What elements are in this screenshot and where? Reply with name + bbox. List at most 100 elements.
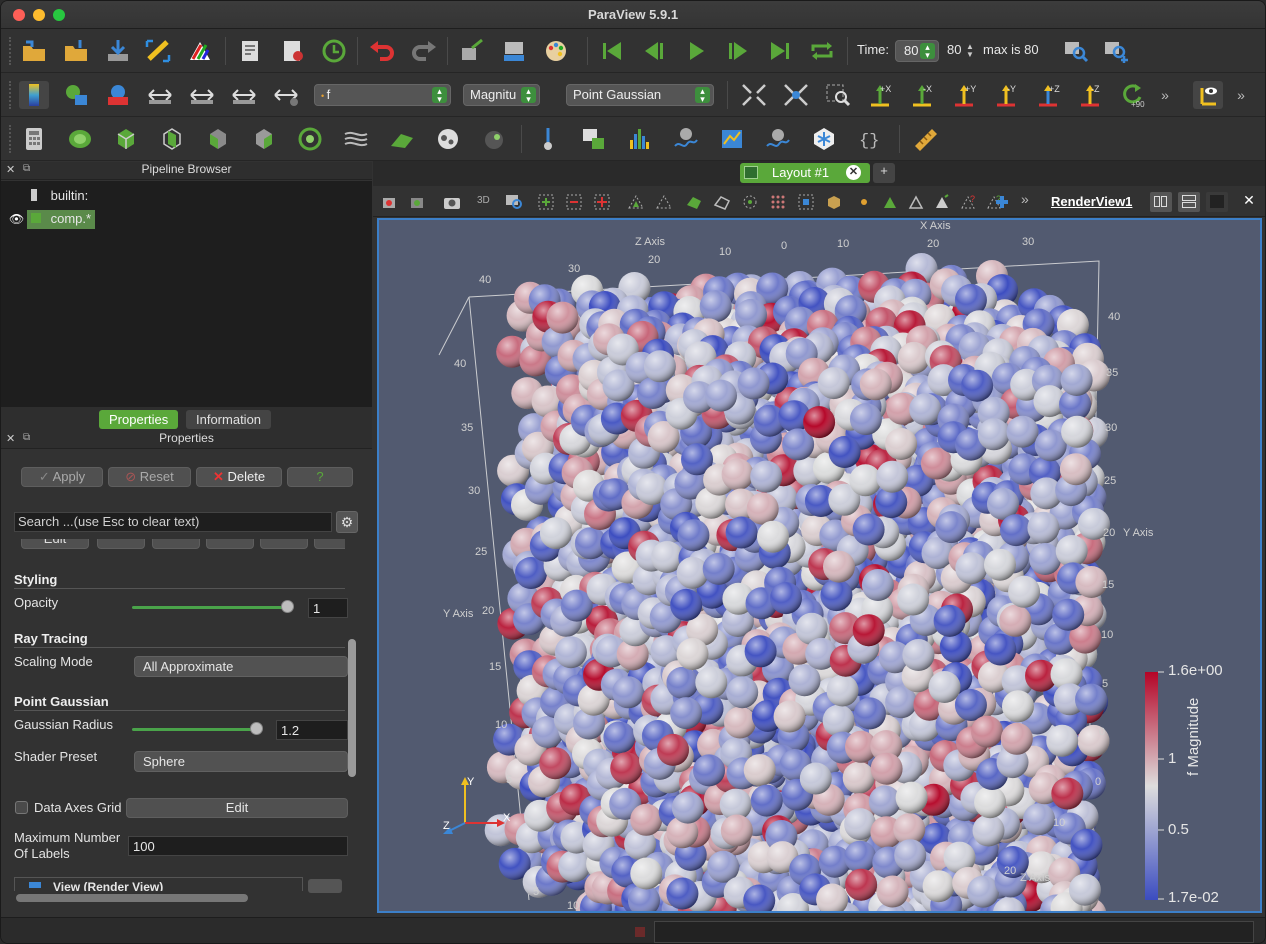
extract-subset-icon[interactable] [249,125,279,153]
gear-icon[interactable]: ⚙ [336,511,358,533]
gaussian-radius-slider[interactable] [132,728,256,731]
camera-plus-x-icon[interactable]: +X [865,81,895,109]
representation-combo[interactable]: Point Gaussian ▴ ▾ [566,84,714,106]
close-pane-icon[interactable]: ✕ [6,163,15,176]
camera-minus-z-icon[interactable]: -Z [1075,81,1105,109]
load-state-icon[interactable] [235,37,265,65]
capture-screenshot-icon[interactable] [443,193,461,211]
zoom-to-box-icon[interactable] [505,193,523,211]
maximize-view-icon[interactable] [1206,192,1228,212]
select-cells-on-icon[interactable] [537,193,555,211]
split-horizontal-icon[interactable] [1150,192,1172,212]
select-points-on-icon[interactable] [565,193,583,211]
tab-layout-1[interactable]: Layout #1 ✕ [740,163,870,183]
python-shell-icon[interactable]: {} [855,125,885,153]
pipeline-item-builtin[interactable]: builtin: [31,188,88,208]
histogram-icon[interactable] [625,125,655,153]
data-axes-grid-checkbox[interactable] [15,801,28,814]
spinbox-arrows-icon[interactable]: ▲ ▼ [963,41,977,61]
partial-button[interactable] [206,539,254,549]
reset-button[interactable]: ⊘ Reset [108,467,191,487]
opacity-slider-thumb[interactable] [281,600,294,613]
undo-icon[interactable] [367,37,397,65]
add-layout-button[interactable]: + [873,163,895,183]
save-data-icon[interactable] [61,37,91,65]
select-cells-polygon-icon[interactable] [627,193,645,211]
shader-preset-select[interactable]: Sphere [134,751,348,772]
reset-camera-closest-icon[interactable] [781,81,811,109]
grow-selection-icon[interactable]: ? [959,193,977,211]
zoom-to-box-2-icon[interactable] [823,81,853,109]
rescale-temporal-icon[interactable] [229,81,259,109]
loop-icon[interactable] [807,37,837,65]
toggle-3d-icon[interactable]: 3D [477,195,495,213]
camera-plus-y-icon[interactable]: +Y [949,81,979,109]
block-icon[interactable] [825,193,843,211]
time-inspector-icon[interactable] [319,37,349,65]
gaussian-radius-field[interactable]: 1.2 [276,720,348,740]
partial-button[interactable] [260,539,308,549]
rescale-visible-icon[interactable] [187,81,217,109]
float-pane-icon[interactable]: ⧉ [23,432,30,443]
calculator-icon[interactable] [19,125,49,153]
pipeline-item-comp[interactable]: comp.* [27,210,96,229]
warp-by-vector-icon[interactable] [387,125,417,153]
plot-data-icon[interactable] [763,125,793,153]
camera-plus-z-icon[interactable]: +Z [1033,81,1063,109]
color-button[interactable] [97,539,145,549]
redo-icon[interactable] [409,37,439,65]
glyph-icon[interactable] [295,125,325,153]
data-axes-grid-edit-button[interactable]: Edit [126,798,348,818]
edit-color-map-icon[interactable] [61,81,91,109]
color-palette-edit-icon[interactable] [185,37,215,65]
partial-button[interactable] [152,539,200,549]
rescale-over-time-icon[interactable] [271,81,301,109]
clear-selection-icon[interactable] [993,193,1011,211]
next-frame-icon[interactable] [723,37,753,65]
plot-selection-icon[interactable] [717,125,747,153]
copy-view-button[interactable] [308,879,342,893]
download-icon[interactable] [103,37,133,65]
previous-frame-icon[interactable] [639,37,669,65]
close-tab-icon[interactable]: ✕ [846,165,861,180]
delete-button[interactable]: ✕ Delete [196,467,282,487]
frustum-select-icon[interactable] [797,193,815,211]
probe-icon[interactable] [533,125,563,153]
select-points-polygon-icon[interactable] [655,193,673,211]
view-section-header[interactable]: View (Render View) [14,877,303,891]
contour-icon[interactable] [65,125,95,153]
tab-properties[interactable]: Properties [99,410,179,429]
max-labels-field[interactable]: 100 [128,836,348,856]
close-pane-icon[interactable]: ✕ [6,432,15,445]
properties-scrollbar[interactable] [348,639,356,777]
edit-button[interactable]: Edit [21,539,89,549]
render-view[interactable]: X Axis Z Axis Y Axis Y Axis Z Axis 0 10 … [377,218,1262,913]
reset-range-icon[interactable] [103,81,133,109]
extract-level-icon[interactable] [479,125,509,153]
threshold-icon[interactable] [203,125,233,153]
show-points-labels-icon[interactable] [881,193,899,211]
tab-information[interactable]: Information [186,410,272,429]
zoom-to-box-icon[interactable] [1061,37,1091,65]
connect-icon[interactable] [143,37,173,65]
color-array-combo[interactable]: • f ▴ ▾ [314,84,451,106]
screenshot-icon[interactable] [499,37,529,65]
snowflake-icon[interactable] [809,125,839,153]
rescale-custom-icon[interactable] [145,81,175,109]
reset-camera-icon[interactable] [739,81,769,109]
opacity-slider[interactable] [132,606,288,609]
float-pane-icon[interactable]: ⧉ [23,163,30,174]
search-input[interactable]: Search ...(use Esc to clear text) [14,512,332,532]
interactive-select-cells-icon[interactable] [685,193,703,211]
ruler-icon[interactable] [911,125,941,153]
gaussian-radius-slider-thumb[interactable] [250,722,263,735]
split-vertical-icon[interactable] [1178,192,1200,212]
scaling-mode-select[interactable]: All Approximate [134,656,348,677]
hover-points-icon[interactable] [741,193,759,211]
clip-icon[interactable] [111,125,141,153]
camera-redo-icon[interactable] [409,193,427,211]
time-value-combo[interactable]: 80 ▴ ▾ [895,40,939,62]
eye-visibility-icon[interactable]: 👁 [9,212,24,226]
partial-button[interactable] [314,539,345,549]
camera-undo-icon[interactable] [457,37,487,65]
